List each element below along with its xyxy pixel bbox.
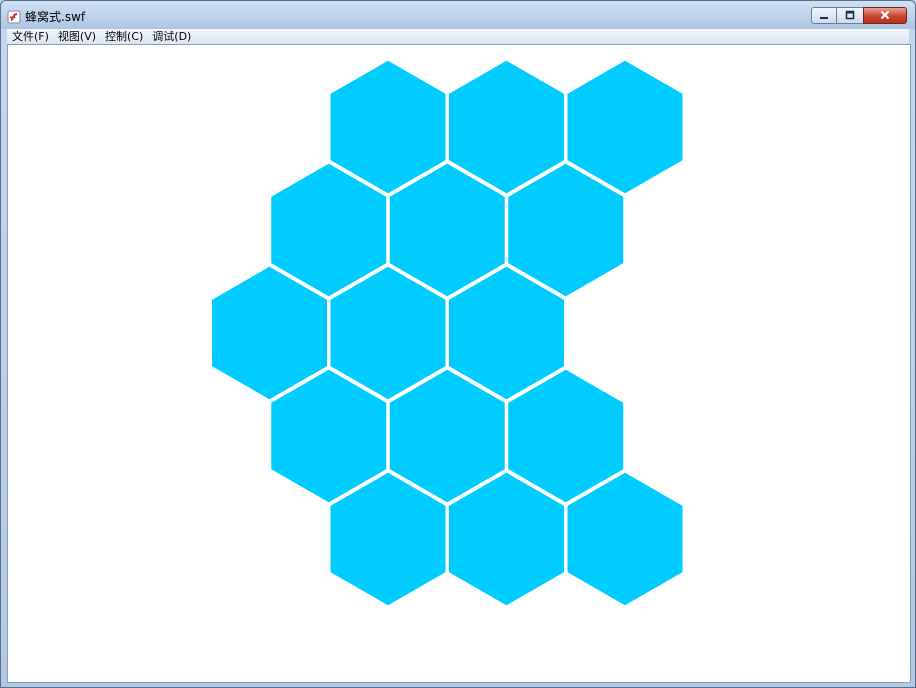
window-controls (811, 7, 907, 25)
menu-file[interactable]: 文件(F) (7, 29, 53, 44)
close-button[interactable] (863, 7, 907, 24)
honeycomb-canvas (209, 57, 686, 609)
menu-debug[interactable]: 调试(D) (147, 29, 195, 44)
maximize-button[interactable] (837, 7, 863, 24)
title-bar[interactable]: 蜂窝式.swf (1, 1, 915, 29)
flash-player-icon[interactable] (7, 9, 21, 24)
minimize-button[interactable] (811, 7, 837, 24)
window-title: 蜂窝式.swf (25, 10, 86, 24)
minimize-icon (819, 10, 829, 22)
maximize-icon (845, 10, 855, 22)
flash-player-window: 蜂窝式.swf 文件(F) 视图(V) 控制(C) 调试(D) (0, 0, 916, 688)
close-icon (880, 10, 890, 22)
menu-bar: 文件(F) 视图(V) 控制(C) 调试(D) (7, 29, 909, 44)
stage-area[interactable] (7, 44, 911, 683)
menu-control[interactable]: 控制(C) (100, 29, 147, 44)
menu-view[interactable]: 视图(V) (53, 29, 100, 44)
